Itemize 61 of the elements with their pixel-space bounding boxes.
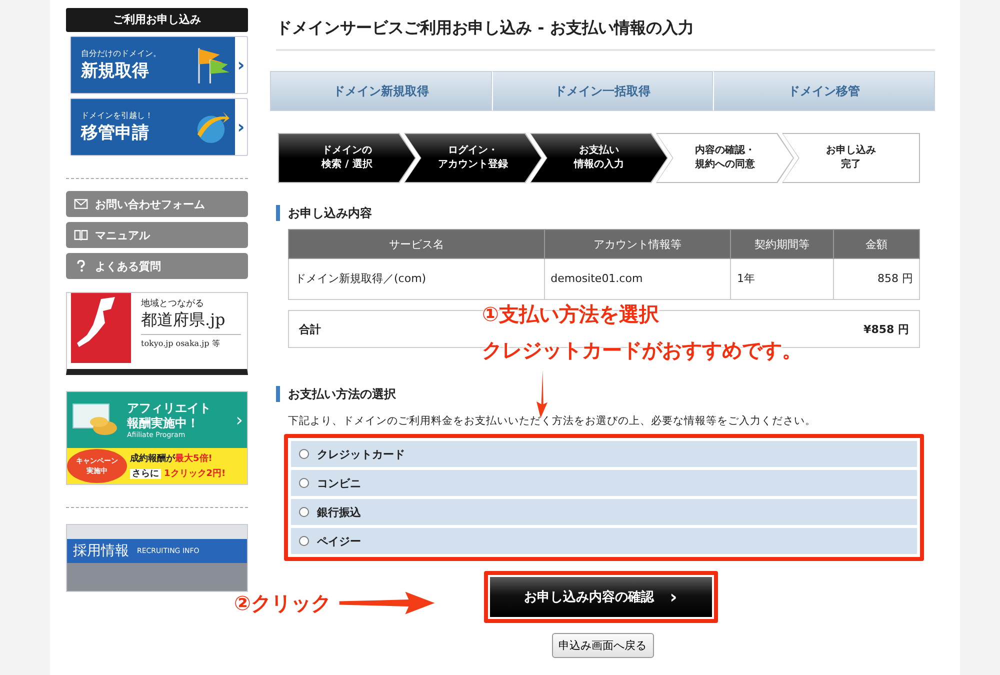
radio-button[interactable]	[299, 507, 309, 517]
sidebar-heading: ご利用お申し込み	[66, 8, 248, 32]
table-cell: 1年	[730, 258, 834, 300]
banner-title: 移管申請	[81, 122, 150, 144]
chevron-icon: ›	[236, 410, 243, 430]
banner-tagline: 地域とつながる	[141, 298, 205, 310]
arrow-icon	[338, 590, 435, 616]
table-cell: 858 円	[833, 258, 920, 300]
banner-title: 報酬実施中！	[127, 416, 200, 431]
sidebar-link[interactable]: よくある質問	[66, 253, 248, 279]
sidebar-link[interactable]: マニュアル	[66, 222, 248, 248]
sidebar-link[interactable]: お問い合わせフォーム	[66, 191, 248, 217]
chevron-icon: ›	[235, 116, 247, 138]
table-cell: ドメイン新規取得／(com)	[288, 258, 544, 300]
promo-banner[interactable]: 自分だけのドメイン。 新規取得 ›	[70, 36, 248, 94]
total-label: 合計	[299, 322, 321, 336]
banner-tagline: ドメインを引越し！	[81, 110, 154, 121]
back-button[interactable]: 申込み画面へ戻る	[552, 633, 654, 658]
column-header: サービス名	[288, 230, 544, 258]
radio-button[interactable]	[299, 536, 309, 546]
payment-option[interactable]: クレジットカード	[291, 441, 917, 467]
column-header: アカウント情報等	[544, 230, 731, 258]
tab[interactable]: ドメイン移管	[713, 71, 936, 111]
payment-option[interactable]: コンビニ	[291, 470, 917, 496]
section-heading: お申し込み内容	[276, 205, 935, 221]
progress-step: ドメインの 検索 / 選択	[278, 133, 416, 183]
banner-text: 1クリック2円!	[164, 469, 226, 479]
banner-title: アフィリエイト	[127, 401, 212, 416]
column-header: 契約期間等	[730, 230, 834, 258]
page-title: ドメインサービスご利用お申し込み - お支払い情報の入力	[276, 18, 935, 51]
mail-icon	[74, 198, 88, 210]
banner-text: 最大5倍!	[175, 454, 212, 464]
payment-option[interactable]: ペイジー	[291, 528, 917, 554]
radio-button[interactable]	[299, 449, 309, 459]
confirm-button[interactable]: お申し込み内容の確認 ›	[490, 577, 712, 617]
annotation-text: クレジットカードがおすすめです。	[482, 337, 802, 364]
banner-text: さらに	[130, 469, 161, 479]
tab[interactable]: ドメイン新規取得	[270, 71, 492, 111]
promo-banner[interactable]: 地域とつながる 都道府県.jp tokyo.jp osaka.jp 等	[66, 292, 248, 375]
book-icon	[74, 229, 88, 241]
progress-step: お申し込み 完了	[782, 133, 920, 183]
banner-title: 採用情報	[73, 542, 129, 560]
chevron-icon: ›	[235, 54, 247, 76]
description-text: 下記より、ドメインのご利用料金をお支払いいただく方法をお選びの上、必要な情報等をご入力ください。	[288, 414, 817, 428]
promo-banner[interactable]: ドメインを引越し！ 移管申請 ›	[70, 98, 248, 156]
table-cell: demosite01.com	[544, 258, 731, 300]
annotation-text: ②クリック	[234, 590, 331, 617]
tab[interactable]: ドメイン一括取得	[492, 71, 714, 111]
banner-title: 都道府県.jp	[141, 310, 241, 335]
banner-caption: tokyo.jp osaka.jp 等	[141, 338, 221, 349]
banner-text: 成約報酬が	[130, 454, 175, 464]
payment-option[interactable]: 銀行振込	[291, 499, 917, 525]
banner-tagline: 自分だけのドメイン。	[81, 48, 162, 59]
annotation-text: ①支払い方法を選択	[482, 301, 660, 328]
help-icon	[74, 260, 88, 272]
progress-step: お支払い 情報の入力	[530, 133, 668, 183]
progress-step: ログイン・ アカウント登録	[404, 133, 542, 183]
banner-title: 新規取得	[81, 60, 150, 82]
total-amount: ¥858 円	[864, 322, 909, 336]
radio-button[interactable]	[299, 478, 309, 488]
column-header: 金額	[833, 230, 920, 258]
